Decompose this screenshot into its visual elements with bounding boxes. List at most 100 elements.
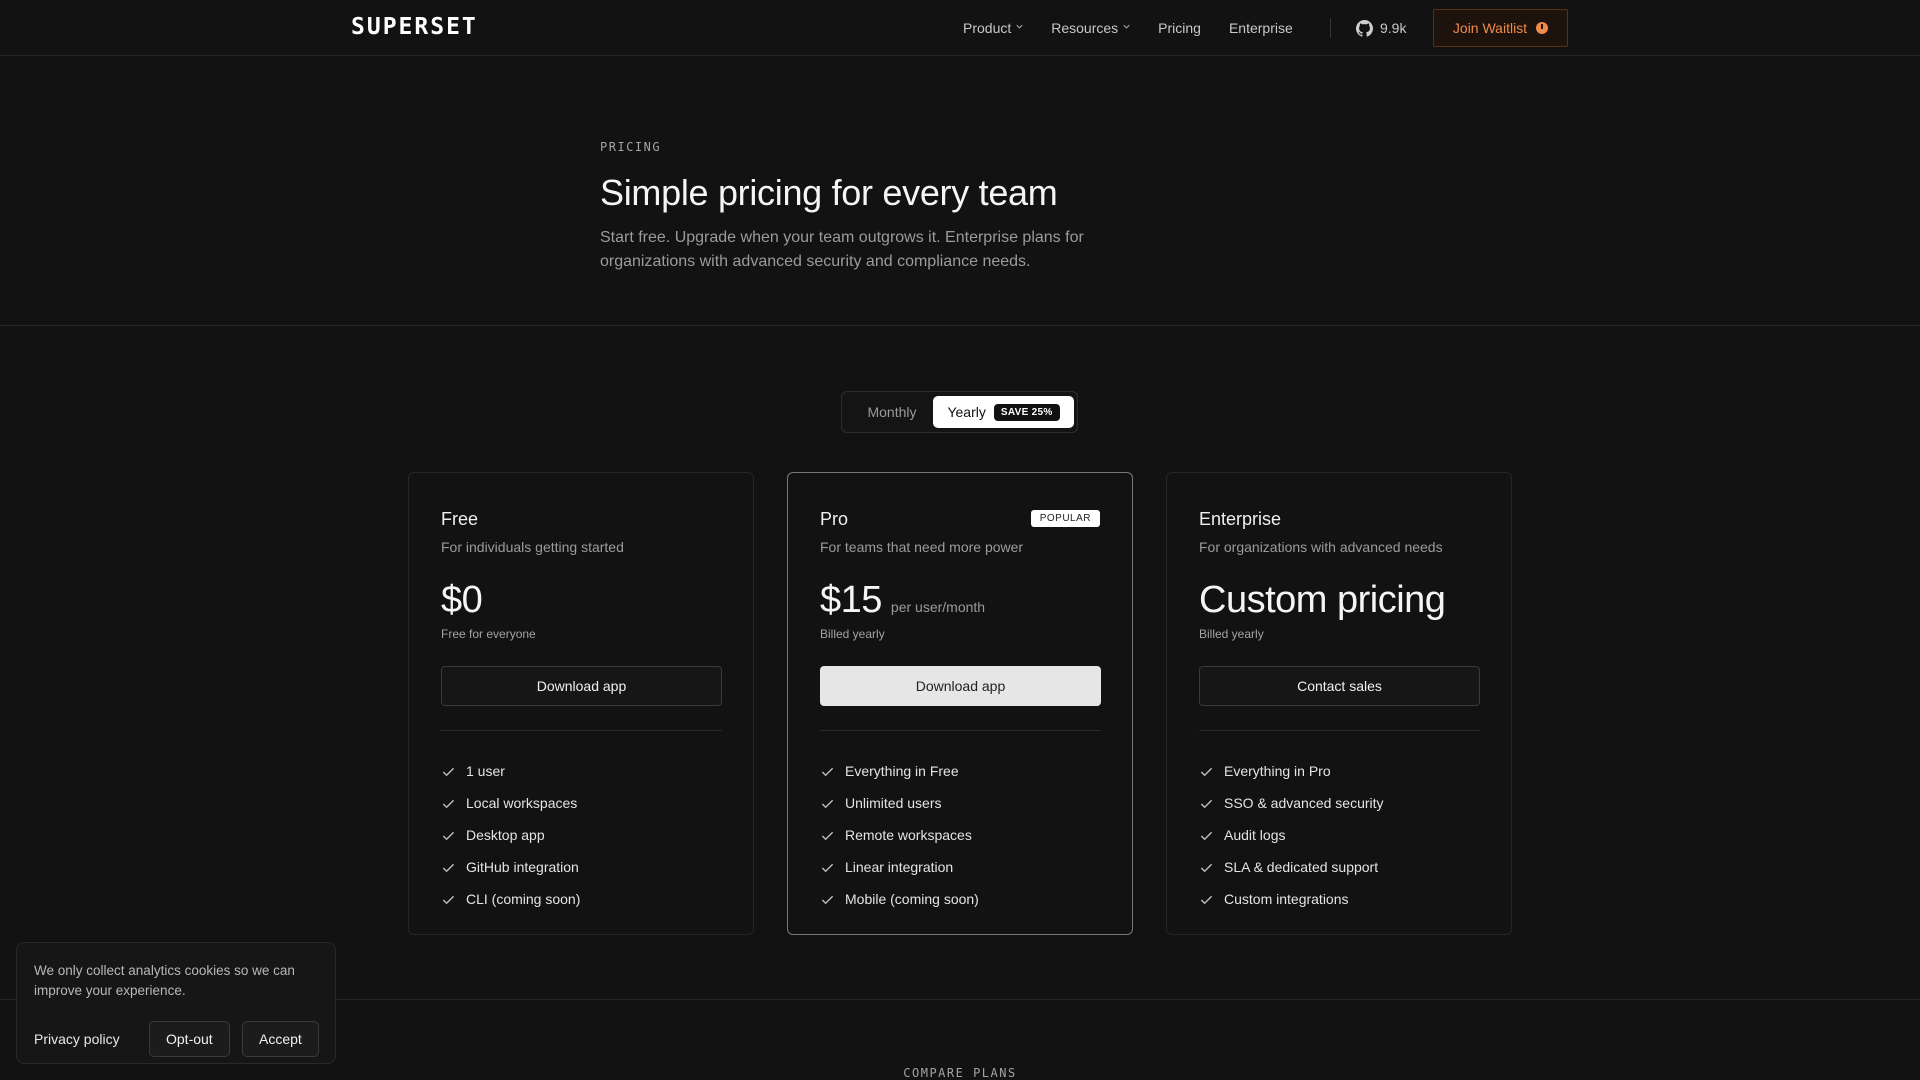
hero-divider	[0, 325, 1920, 326]
github-stars: 9.9k	[1380, 20, 1407, 36]
feature-label: Audit logs	[1224, 827, 1286, 843]
check-icon	[442, 799, 455, 808]
download-app-button[interactable]: Download app	[820, 666, 1101, 706]
feature-item: SLA & dedicated support	[1199, 851, 1384, 883]
feature-item: Remote workspaces	[820, 819, 979, 851]
plan-name: Pro	[820, 509, 849, 529]
check-icon	[821, 767, 834, 776]
feature-item: Custom integrations	[1199, 883, 1384, 915]
feature-label: Unlimited users	[845, 795, 942, 811]
check-icon	[442, 831, 455, 840]
nav-resources[interactable]: Resources	[1051, 20, 1130, 36]
feature-label: Linear integration	[845, 859, 954, 875]
plan-billing: Billed yearly	[1199, 627, 1264, 641]
github-link[interactable]: 9.9k	[1356, 0, 1406, 56]
price-value: Custom pricing	[1199, 579, 1446, 621]
feature-item: Unlimited users	[820, 787, 979, 819]
download-app-button[interactable]: Download app	[441, 666, 722, 706]
feature-item: Linear integration	[820, 851, 979, 883]
plan-price: Custom pricing	[1199, 579, 1446, 622]
page-subtitle: Start free. Upgrade when your team outgr…	[600, 229, 1084, 270]
github-icon	[1356, 19, 1373, 37]
billing-toggle: Monthly Yearly SAVE 25%	[841, 391, 1078, 433]
check-icon	[821, 799, 834, 808]
plan-description: For teams that need more power	[820, 539, 1024, 555]
hero: PRICING Simple pricing for every team St…	[600, 140, 1300, 274]
nav-links: Product Resources Pricing Enterprise	[963, 0, 1293, 56]
nav-product-label: Product	[963, 20, 1012, 36]
toggle-monthly[interactable]: Monthly	[854, 396, 930, 428]
feature-label: SLA & dedicated support	[1224, 859, 1379, 875]
superset-logo[interactable]: SUPERSET	[351, 14, 478, 40]
contact-sales-button[interactable]: Contact sales	[1199, 666, 1480, 706]
feature-item: CLI (coming soon)	[441, 883, 580, 915]
cookie-message: We only collect analytics cookies so we …	[34, 963, 295, 998]
nav-enterprise[interactable]: Enterprise	[1229, 20, 1293, 36]
nav-product[interactable]: Product	[963, 20, 1023, 36]
plan-description: For individuals getting started	[441, 539, 624, 555]
price-unit: per user/month	[890, 599, 986, 615]
plan-card-pro: Pro POPULAR For teams that need more pow…	[787, 472, 1133, 935]
check-icon	[442, 863, 455, 872]
accept-button[interactable]: Accept	[242, 1021, 319, 1057]
feature-label: Remote workspaces	[845, 827, 972, 843]
feature-list: Everything in Pro SSO & advanced securit…	[1199, 755, 1384, 915]
feature-item: Everything in Free	[820, 755, 979, 787]
plan-billing: Free for everyone	[441, 627, 536, 641]
save-badge: SAVE 25%	[993, 403, 1060, 421]
card-divider	[1199, 730, 1480, 731]
feature-item: Audit logs	[1199, 819, 1384, 851]
feature-item: Desktop app	[441, 819, 580, 851]
card-divider	[441, 730, 722, 731]
feature-label: 1 user	[466, 763, 505, 779]
check-icon	[1200, 831, 1213, 840]
feature-label: CLI (coming soon)	[466, 891, 581, 907]
feature-item: GitHub integration	[441, 851, 580, 883]
feature-label: SSO & advanced security	[1224, 795, 1384, 811]
feature-label: Everything in Free	[845, 763, 959, 779]
join-waitlist-label: Join Waitlist	[1452, 20, 1528, 36]
check-icon	[821, 863, 834, 872]
plan-card-enterprise: Enterprise For organizations with advanc…	[1166, 472, 1512, 935]
plan-name: Enterprise	[1199, 509, 1282, 529]
nav-pricing[interactable]: Pricing	[1158, 20, 1201, 36]
check-icon	[821, 895, 834, 904]
clock-icon	[1536, 22, 1549, 34]
plan-price: $0	[441, 579, 483, 622]
price-value: $15	[820, 579, 882, 621]
join-waitlist-button[interactable]: Join Waitlist	[1433, 9, 1568, 47]
plan-card-free: Free For individuals getting started $0 …	[408, 472, 754, 935]
check-icon	[821, 831, 834, 840]
chevron-down-icon	[1123, 24, 1130, 29]
privacy-policy-link[interactable]: Privacy policy	[34, 1021, 120, 1057]
feature-label: Everything in Pro	[1224, 763, 1331, 779]
check-icon	[442, 767, 455, 776]
feature-label: Local workspaces	[466, 795, 578, 811]
compare-plans-heading: COMPARE PLANS	[903, 1066, 1017, 1080]
section-eyebrow: PRICING	[600, 140, 662, 154]
feature-item: SSO & advanced security	[1199, 787, 1384, 819]
card-divider	[820, 730, 1101, 731]
page-title: Simple pricing for every team	[600, 172, 1058, 213]
plan-price: $15 per user/month	[820, 579, 985, 622]
feature-item: 1 user	[441, 755, 580, 787]
opt-out-button[interactable]: Opt-out	[149, 1021, 230, 1057]
toggle-yearly-label: Yearly	[947, 404, 986, 420]
nav-resources-label: Resources	[1051, 20, 1119, 36]
feature-label: Mobile (coming soon)	[845, 891, 979, 907]
feature-item: Mobile (coming soon)	[820, 883, 979, 915]
chevron-down-icon	[1016, 24, 1023, 29]
check-icon	[1200, 895, 1213, 904]
plan-name: Free	[441, 509, 479, 529]
popular-badge: POPULAR	[1030, 510, 1100, 527]
check-icon	[1200, 799, 1213, 808]
toggle-yearly[interactable]: Yearly SAVE 25%	[933, 396, 1074, 428]
feature-label: Desktop app	[466, 827, 545, 843]
nav-divider	[1330, 18, 1331, 38]
feature-list: Everything in Free Unlimited users Remot…	[820, 755, 979, 915]
check-icon	[442, 895, 455, 904]
top-nav: SUPERSET Product Resources Pricing Enter…	[0, 0, 1920, 56]
plan-description: For organizations with advanced needs	[1199, 539, 1443, 555]
check-icon	[1200, 767, 1213, 776]
feature-label: Custom integrations	[1224, 891, 1349, 907]
